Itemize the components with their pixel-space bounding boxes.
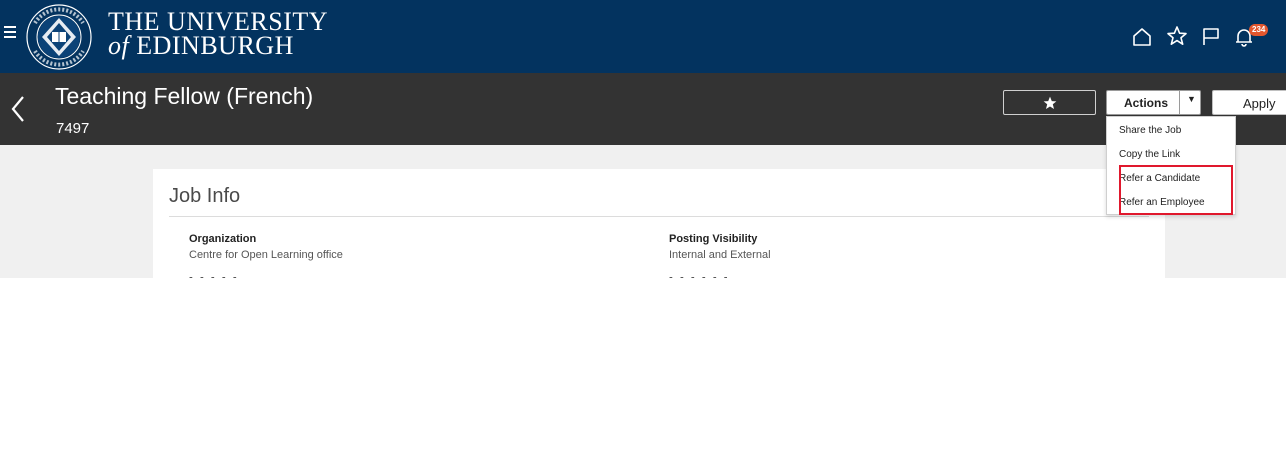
job-title-bar: Teaching Fellow (French) 7497 Actions ▼ … [0,73,1286,145]
caret-down-icon[interactable]: ▼ [1187,94,1196,104]
favorite-button[interactable] [1003,90,1096,115]
star-icon[interactable] [1166,25,1188,47]
field-value-posting-visibility: Internal and External [669,249,771,261]
page-title: Teaching Fellow (French) [55,83,314,109]
menu-item-copy-link[interactable]: Copy the Link [1119,149,1180,160]
field-label-cut-off: ▪ ▪ ▪ ▪ ▪ ▪ [669,274,739,278]
star-filled-icon [1043,96,1056,109]
field-label-cut-off: ▪ ▪ ▪ ▪ ▪ [189,274,249,278]
job-info-card: Job Info Organization Centre for Open Le… [153,169,1165,278]
actions-button[interactable]: Actions ▼ [1106,90,1201,115]
divider [169,216,1149,217]
university-header: THE UNIVERSITY of EDINBURGH 234 [0,0,1286,73]
brand-line-2: of EDINBURGH [108,31,328,60]
field-label-organization: Organization [189,233,257,245]
highlight-box [1119,165,1233,215]
field-value-organization: Centre for Open Learning office [189,249,343,261]
menu-icon[interactable] [4,26,16,40]
field-label-posting-visibility: Posting Visibility [669,233,758,245]
brand-edinburgh: EDINBURGH [136,31,294,60]
university-crest-logo[interactable] [21,3,97,71]
notification-badge: 234 [1249,24,1269,36]
home-icon[interactable] [1131,26,1153,48]
flag-icon[interactable] [1200,26,1222,48]
menu-item-share-job[interactable]: Share the Job [1119,125,1181,136]
job-id: 7497 [56,120,90,137]
section-title: Job Info [169,185,241,207]
apply-button[interactable]: Apply [1212,90,1286,115]
actions-label: Actions [1124,96,1169,110]
university-wordmark[interactable]: THE UNIVERSITY of EDINBURGH [108,9,328,60]
actions-divider [1179,91,1180,114]
brand-of: of [108,31,130,60]
back-chevron-icon[interactable] [10,95,26,123]
